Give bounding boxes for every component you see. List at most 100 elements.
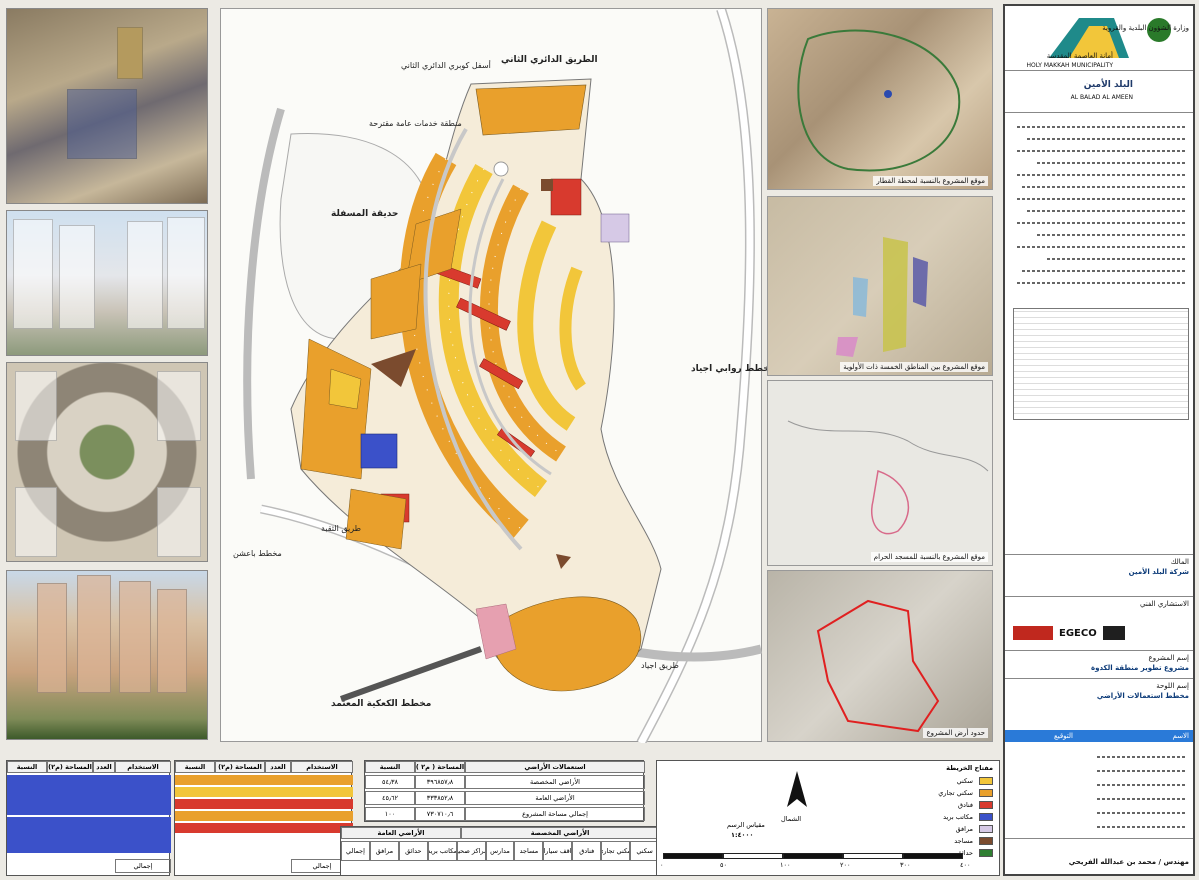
label-second-ring-road: الطريق الدائري الثاني bbox=[501, 55, 598, 65]
t3-r1-pct: ٥٤٫٣٨ bbox=[365, 775, 415, 789]
scale-segment bbox=[723, 853, 783, 859]
land-use-map[interactable]: الطريق الدائري الثاني أسفل كوبري الدائري… bbox=[220, 8, 775, 743]
t2-row-5 bbox=[175, 823, 353, 833]
t1-total: إجمالي bbox=[115, 859, 171, 873]
rendering-plaza bbox=[6, 362, 208, 562]
drawing-label: إسم اللوحة bbox=[1156, 682, 1189, 690]
context-map-haram-canvas bbox=[787, 420, 989, 535]
t4-title2: الأراضي العامة bbox=[341, 827, 461, 839]
legend-swatch bbox=[979, 777, 993, 785]
scale-segment bbox=[783, 853, 843, 859]
legend-label: مساجد bbox=[954, 837, 973, 845]
legend-swatch bbox=[979, 813, 993, 821]
t4-col: مكاتب بريد bbox=[427, 841, 457, 861]
t2-h-pct: النسبة bbox=[175, 761, 215, 773]
municipality-name-en: HOLY MAKKAH MUNICIPALITY bbox=[1026, 62, 1114, 69]
t1-h-use: الاستخدام bbox=[115, 761, 171, 773]
legend-label: مرافق bbox=[955, 825, 973, 833]
t3-r2-label: الأراضي العامة bbox=[465, 791, 645, 805]
land-use-map-canvas bbox=[243, 9, 763, 743]
t1-h-pct: النسبة bbox=[7, 761, 47, 773]
label-ajyad-road: طريق اجياد bbox=[641, 661, 679, 670]
t4-col: سكني bbox=[630, 841, 659, 861]
t4-col: مواقف سيارات bbox=[543, 841, 573, 861]
scale-tick-label: ١٠٠ bbox=[780, 861, 791, 869]
title-block: وزارة الشؤون البلدية والقروية أمانة العا… bbox=[1003, 4, 1195, 876]
t2-row-1 bbox=[175, 775, 353, 785]
t4-col: مدارس bbox=[485, 841, 515, 861]
project-label: إسم المشروع bbox=[1148, 654, 1189, 662]
scale-tick-label: ٤٠٠ bbox=[960, 861, 971, 869]
legend-label: مكاتب بريد bbox=[943, 813, 973, 821]
t2-row-3 bbox=[175, 799, 353, 809]
drawing-name: مخطط استعمالات الأراضي bbox=[1096, 692, 1189, 700]
rendering-street bbox=[6, 210, 208, 356]
rendering-towers bbox=[6, 570, 208, 740]
consultant-logo-egeco: EGECO bbox=[1059, 627, 1097, 639]
signature-name-col: الاسم bbox=[1172, 732, 1189, 740]
legend-label: فنادق bbox=[958, 801, 973, 809]
context-map-boundary[interactable]: حدود أرض المشروع bbox=[767, 570, 993, 742]
owner-label: المالك bbox=[1170, 558, 1189, 566]
t3-r3-label: إجمالي مساحة المشروع bbox=[465, 807, 645, 821]
project-name: مشروع تطوير منطقة الكدوة bbox=[1091, 664, 1189, 672]
scale-segment bbox=[663, 853, 723, 859]
legend-label: سكني تجاري bbox=[938, 789, 973, 797]
context-map-haram[interactable]: موقع المشروع بالنسبة للمسجد الحرام bbox=[767, 380, 993, 566]
legend-swatch bbox=[979, 825, 993, 833]
scale-value: ١:٤٠٠٠ bbox=[731, 831, 754, 839]
context-map-priority[interactable]: موقع المشروع بين المناطق الخمسة ذات الأو… bbox=[767, 196, 993, 376]
legend-swatch bbox=[979, 837, 993, 845]
t3-r2-pct: ٤٥٫٦٢ bbox=[365, 791, 415, 805]
t2-h-use: الاستخدام bbox=[291, 761, 353, 773]
approver-name: مهندس / محمد بن عبدالله الفريحي bbox=[1068, 858, 1189, 866]
legend-panel: مفتاح الخريطة سكني سكني تجاري فنادق مكاتب ب… bbox=[656, 760, 1000, 876]
land-use-table-2: النسبة المساحة (م٢) العدد الاستخدام إجما… bbox=[174, 760, 353, 876]
scale-tick-label: ٣٠٠ bbox=[900, 861, 911, 869]
context-map-priority-canvas bbox=[836, 237, 928, 357]
t3-h-area: المساحة ( م٢ ) bbox=[415, 761, 465, 773]
label-upper-zone: منطقة خدمات عامة مقترحة bbox=[369, 119, 462, 128]
t3-r1-area: ٣٩٦٨٥٧٫٨ bbox=[415, 775, 465, 789]
t4-col: سكني تجاري bbox=[601, 841, 631, 861]
scale-tick-label: ٥٠ bbox=[720, 861, 727, 869]
t2-h-area: المساحة (م٢) bbox=[215, 761, 265, 773]
t3-r2-area: ٣٣٣٨٥٢٫٨ bbox=[415, 791, 465, 805]
context-caption-3: موقع المشروع بالنسبة للمسجد الحرام bbox=[870, 552, 988, 562]
land-use-table-1: النسبة المساحة (م٢) العدد الاستخدام إجما… bbox=[6, 760, 171, 876]
label-under-bridge: أسفل كوبري الدائري الثاني bbox=[401, 61, 491, 70]
t3-r3-area: ٧٣٠٧١٠٫٦ bbox=[415, 807, 465, 821]
t3-r3-pct: ١٠٠ bbox=[365, 807, 415, 821]
t1-h-count: العدد bbox=[93, 761, 115, 773]
t4-col: مساجد bbox=[514, 841, 544, 861]
north-label: الشمال bbox=[781, 815, 802, 823]
scale-label: مقياس الرسم bbox=[727, 821, 765, 829]
context-caption-2: موقع المشروع بين المناطق الخمسة ذات الأو… bbox=[840, 362, 988, 372]
t4-col: إجمالي bbox=[341, 841, 370, 861]
drawing-sheet: الطريق الدائري الثاني أسفل كوبري الدائري… bbox=[0, 0, 1199, 880]
t4-col: حدائق bbox=[398, 841, 428, 861]
context-map-train[interactable]: موقع المشروع بالنسبة لمحطة القطار bbox=[767, 8, 993, 190]
context-caption-4: حدود أرض المشروع bbox=[923, 728, 988, 738]
rendering-aerial bbox=[6, 8, 208, 204]
t3-r1-label: الأراضي المخصصة bbox=[465, 775, 645, 789]
label-kakiya-plan: مخطط الكعكية المعتمد bbox=[331, 699, 432, 709]
context-map-boundary-canvas bbox=[816, 599, 940, 733]
context-caption-1: موقع المشروع بالنسبة لمحطة القطار bbox=[873, 176, 988, 186]
consultant-logo-1 bbox=[1013, 626, 1053, 640]
scale-tick-label: ٢٠٠ bbox=[840, 861, 851, 869]
consultant-logo-2 bbox=[1102, 626, 1125, 640]
legend-label: سكني bbox=[956, 777, 973, 785]
t1-row-blue-2 bbox=[7, 817, 171, 853]
legend-title: مفتاح الخريطة bbox=[946, 764, 993, 772]
land-use-breakdown-table: الأراضي المخصصة الأراضي العامة سكني سكني… bbox=[340, 826, 659, 876]
t2-row-4 bbox=[175, 811, 353, 821]
scale-segment bbox=[903, 853, 963, 859]
t4-columns: سكني سكني تجاري فنادق مواقف سيارات مساجد… bbox=[341, 841, 659, 861]
owner-value: شركة البلد الأمين bbox=[1128, 568, 1189, 576]
label-masfala-park: حديقة المسفلة bbox=[331, 209, 399, 219]
t3-title: استعمالات الأراضي bbox=[465, 761, 645, 773]
scale-tick-label: ٠ bbox=[660, 861, 664, 869]
ministry-name: وزارة الشؤون البلدية والقروية bbox=[1102, 24, 1189, 32]
t2-h-count: العدد bbox=[265, 761, 291, 773]
